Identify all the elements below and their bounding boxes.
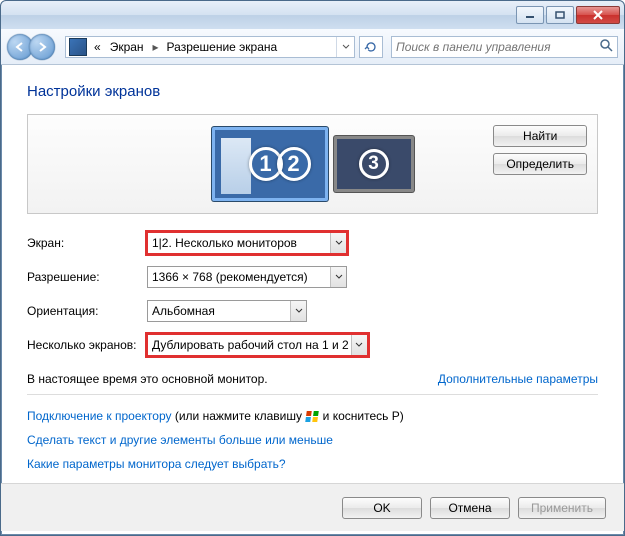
search-box[interactable]: [391, 36, 618, 58]
resolution-select[interactable]: 1366 × 768 (рекомендуется): [147, 266, 347, 288]
primary-monitor-info: В настоящее время это основной монитор.: [27, 372, 268, 386]
navigation-bar: « Экран ▸ Разрешение экрана: [1, 29, 624, 65]
titlebar[interactable]: [1, 1, 624, 29]
chevron-right-icon: ▸: [149, 40, 163, 54]
content-area: Настройки экранов Найти Определить 1 2 3: [1, 65, 624, 483]
maximize-button[interactable]: [546, 6, 574, 24]
chevron-down-icon: [330, 267, 346, 287]
control-panel-window: « Экран ▸ Разрешение экрана Настройки эк…: [0, 0, 625, 536]
close-button[interactable]: [576, 6, 620, 24]
search-icon: [599, 38, 613, 55]
projector-link[interactable]: Подключение к проектору: [27, 409, 172, 423]
multiple-displays-value: Дублировать рабочий стол на 1 и 2: [152, 338, 349, 352]
screen-select[interactable]: 1|2. Несколько мониторов: [147, 232, 347, 254]
breadcrumb-dropdown[interactable]: [336, 37, 354, 57]
multiple-displays-label: Несколько экранов:: [27, 338, 147, 352]
button-bar: OK Отмена Применить: [1, 483, 624, 531]
breadcrumb-prefix: «: [90, 37, 106, 57]
breadcrumb-seg-2[interactable]: Разрешение экрана: [163, 37, 283, 57]
monitor-number-2: 2: [277, 147, 311, 181]
find-button[interactable]: Найти: [493, 125, 587, 147]
minimize-button[interactable]: [516, 6, 544, 24]
chevron-down-icon: [330, 233, 346, 253]
forward-button[interactable]: [29, 34, 55, 60]
cancel-button[interactable]: Отмена: [430, 497, 510, 519]
resolution-value: 1366 × 768 (рекомендуется): [152, 270, 308, 284]
monitor-1-2[interactable]: 1 2: [212, 127, 328, 201]
orientation-label: Ориентация:: [27, 304, 147, 318]
orientation-value: Альбомная: [152, 304, 215, 318]
ok-button[interactable]: OK: [342, 497, 422, 519]
monitor-3[interactable]: 3: [334, 136, 414, 192]
separator: [27, 394, 598, 395]
advanced-settings-link[interactable]: Дополнительные параметры: [438, 372, 598, 386]
screen-value: 1|2. Несколько мониторов: [152, 236, 297, 250]
breadcrumb[interactable]: « Экран ▸ Разрешение экрана: [65, 36, 355, 58]
screen-label: Экран:: [27, 236, 147, 250]
text-size-link[interactable]: Сделать текст и другие элементы больше и…: [27, 433, 333, 447]
panel-icon: [69, 38, 87, 56]
apply-button[interactable]: Применить: [518, 497, 606, 519]
page-title: Настройки экранов: [27, 83, 598, 100]
which-params-link[interactable]: Какие параметры монитора следует выбрать…: [27, 457, 286, 471]
multiple-displays-select[interactable]: Дублировать рабочий стол на 1 и 2: [147, 334, 368, 356]
identify-button[interactable]: Определить: [493, 153, 587, 175]
resolution-label: Разрешение:: [27, 270, 147, 284]
monitor-number-3: 3: [359, 149, 389, 179]
refresh-icon: [364, 40, 378, 54]
breadcrumb-seg-1[interactable]: Экран: [106, 37, 149, 57]
projector-hint-a: (или нажмите клавишу: [172, 409, 306, 423]
search-input[interactable]: [396, 40, 599, 54]
chevron-down-icon: [351, 335, 367, 355]
projector-hint-b: и коснитесь P): [319, 409, 403, 423]
orientation-select[interactable]: Альбомная: [147, 300, 307, 322]
refresh-button[interactable]: [359, 36, 383, 58]
windows-key-icon: [306, 411, 318, 422]
chevron-down-icon: [290, 301, 306, 321]
wallpaper-thumb: [221, 138, 251, 194]
monitor-arrangement[interactable]: Найти Определить 1 2 3: [27, 114, 598, 214]
